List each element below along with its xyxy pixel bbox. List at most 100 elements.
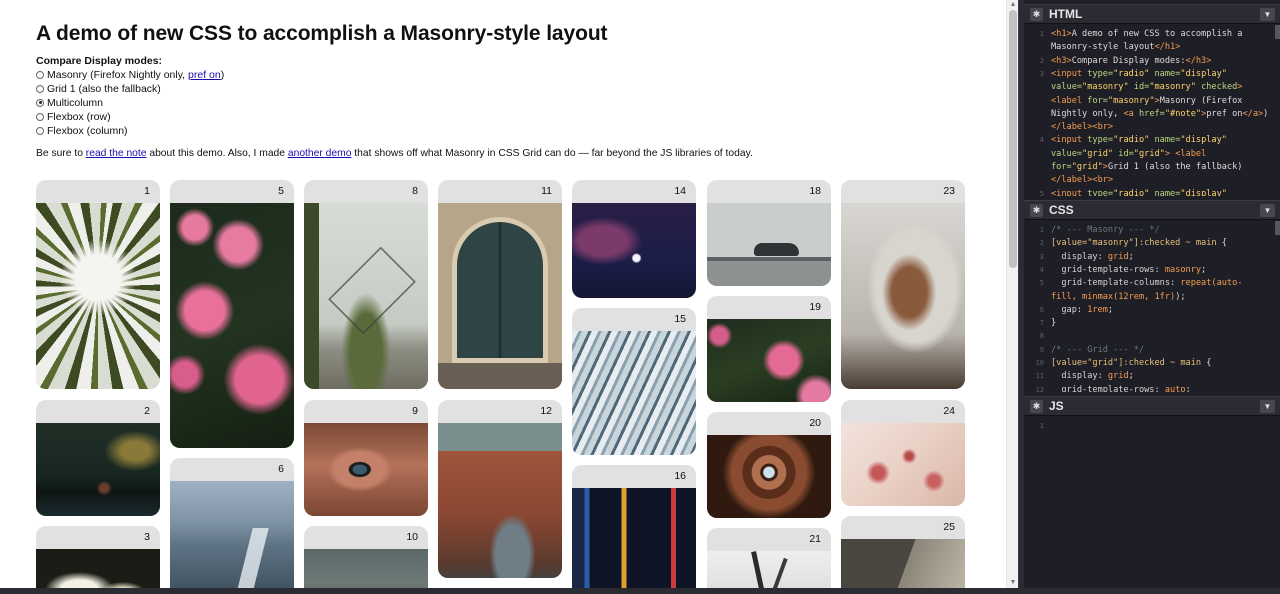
html-panel-header: ✱ HTML ▼	[1024, 4, 1280, 24]
photo-coast-aerial	[170, 481, 294, 588]
radio-option-flexbox-column[interactable]: Flexbox (column)	[36, 124, 128, 137]
photo-dog-in-chair	[841, 203, 965, 389]
html-code-editor[interactable]: 1 <h1>A demo of new CSS to accomplish a Ma…	[1024, 25, 1280, 196]
photo-terrarium	[304, 203, 428, 389]
line-number: 10	[1035, 359, 1044, 367]
code-line: </label><br>	[1051, 175, 1114, 186]
card-24: 24	[841, 400, 965, 506]
card-number: 18	[809, 185, 821, 197]
code-line: value="masonry" id="masonry" checked>	[1051, 82, 1243, 93]
line-number: 8	[1039, 332, 1044, 341]
photo-pink-camellias	[170, 203, 294, 448]
chevron-down-icon[interactable]: ▼	[1260, 204, 1275, 217]
line-number: 2	[1039, 239, 1044, 248]
photo-city-night-signs	[572, 488, 696, 588]
photo-night-moon	[572, 203, 696, 298]
card-number: 14	[674, 185, 686, 197]
card-number: 3	[144, 531, 150, 543]
radio-button-checked[interactable]	[36, 98, 44, 107]
line-number: 1	[1039, 422, 1044, 430]
line-number: 5	[1039, 189, 1044, 196]
gear-icon[interactable]: ✱	[1030, 203, 1043, 217]
page-title: A demo of new CSS to accomplish a Masonr…	[36, 22, 608, 45]
card-5: 5	[170, 180, 294, 448]
radio-button[interactable]	[36, 70, 44, 79]
scrollbar-thumb[interactable]	[1009, 10, 1017, 268]
line-number: 7	[1039, 319, 1044, 328]
line-number: 4	[1039, 136, 1044, 145]
card-16: 16	[572, 465, 696, 588]
demo-note: Be sure to read the note about this demo…	[36, 148, 753, 159]
photo-eye-closeup	[304, 423, 428, 516]
css-code-editor[interactable]: 1 /* --- Masonry --- */ 2 [value="masonry"]…	[1024, 221, 1280, 392]
card-3: 3	[36, 526, 160, 588]
pref-on-link[interactable]: pref on	[188, 69, 221, 81]
js-code-editor[interactable]: 1	[1024, 417, 1280, 588]
code-scrollbar[interactable]	[1275, 221, 1280, 235]
code-scrollbar[interactable]	[1275, 25, 1280, 39]
card-number: 10	[406, 531, 418, 543]
line-number: 3	[1039, 69, 1044, 78]
option-label: Flexbox (row)	[47, 110, 111, 123]
code-line: /* --- Grid --- */	[1051, 344, 1145, 355]
radio-option-multicolumn[interactable]: Multicolumn	[36, 96, 103, 109]
card-number: 15	[674, 313, 686, 325]
card-number: 19	[809, 301, 821, 313]
radio-button[interactable]	[36, 84, 44, 93]
option-label: Flexbox (column)	[47, 124, 128, 137]
line-number: 9	[1039, 345, 1044, 354]
code-line: value="grid" id="grid"> <label	[1051, 148, 1207, 159]
gear-icon[interactable]: ✱	[1030, 7, 1043, 21]
option-label: Multicolumn	[47, 96, 104, 109]
preview-pane: A demo of new CSS to accomplish a Masonr…	[0, 0, 1006, 588]
radio-option-masonry[interactable]: Masonry (Firefox Nightly only, pref on)	[36, 68, 224, 81]
gear-icon[interactable]: ✱	[1030, 399, 1043, 413]
card-20: 20	[707, 412, 831, 518]
card-25: 25	[841, 516, 965, 588]
code-line: [value="grid"]:checked ~ main {	[1051, 358, 1212, 368]
photo-camellia	[707, 319, 831, 402]
radio-button[interactable]	[36, 112, 44, 121]
js-panel-header: ✱ JS ▼	[1024, 396, 1280, 416]
preview-scrollbar[interactable]: ▲ ▼	[1006, 0, 1018, 588]
code-line: <input type="radio" name="display"	[1051, 68, 1227, 79]
code-line: grid-template-columns: repeat(auto-	[1051, 278, 1243, 289]
line-number: 1	[1039, 226, 1044, 234]
read-note-link[interactable]: read the note	[86, 148, 147, 159]
card-number: 5	[278, 185, 284, 197]
option-label: Grid 1 (also the fallback)	[47, 82, 161, 95]
line-number: 5	[1039, 279, 1044, 288]
card-12: 12	[438, 400, 562, 578]
line-number: 2	[1039, 56, 1044, 65]
photo-frozen-river	[572, 331, 696, 455]
html-editor-panel: ✱ HTML ▼ 1 <h1>A demo of new CSS to accom…	[1024, 4, 1280, 196]
code-line: <input type="radio" name="display"	[1051, 188, 1227, 196]
chevron-down-icon[interactable]: ▼	[1260, 8, 1275, 21]
card-number: 24	[943, 405, 955, 417]
option-label: Masonry (Firefox Nightly only, pref on)	[47, 68, 225, 81]
photo-vintage-car	[707, 203, 831, 286]
code-line: <h3>Compare Display modes:</h3>	[1051, 55, 1212, 66]
card-6: 6	[170, 458, 294, 588]
card-number: 25	[943, 521, 955, 533]
line-number: 1	[1039, 30, 1044, 38]
code-line: }	[1051, 318, 1057, 329]
code-line: fill, minmax(12rem, 1fr));	[1051, 291, 1186, 302]
radio-option-grid[interactable]: Grid 1 (also the fallback)	[36, 82, 161, 95]
card-8: 8	[304, 180, 428, 389]
photo-shadow-wall	[841, 539, 965, 588]
card-18: 18	[707, 180, 831, 286]
card-number: 11	[541, 185, 552, 197]
radio-button[interactable]	[36, 126, 44, 135]
card-23: 23	[841, 180, 965, 389]
another-demo-link[interactable]: another demo	[288, 148, 352, 159]
compare-heading: Compare Display modes:	[36, 55, 163, 67]
photo-forest-cabin	[36, 423, 160, 516]
code-line: display: grid;	[1051, 251, 1134, 262]
chevron-down-icon[interactable]: ▼	[1260, 400, 1275, 413]
code-line: grid-template-rows: auto;	[1051, 384, 1191, 392]
photo-grey-landscape	[304, 549, 428, 588]
code-line: <input type="radio" name="display"	[1051, 135, 1227, 146]
radio-option-flexbox-row[interactable]: Flexbox (row)	[36, 110, 111, 123]
card-14: 14	[572, 180, 696, 298]
